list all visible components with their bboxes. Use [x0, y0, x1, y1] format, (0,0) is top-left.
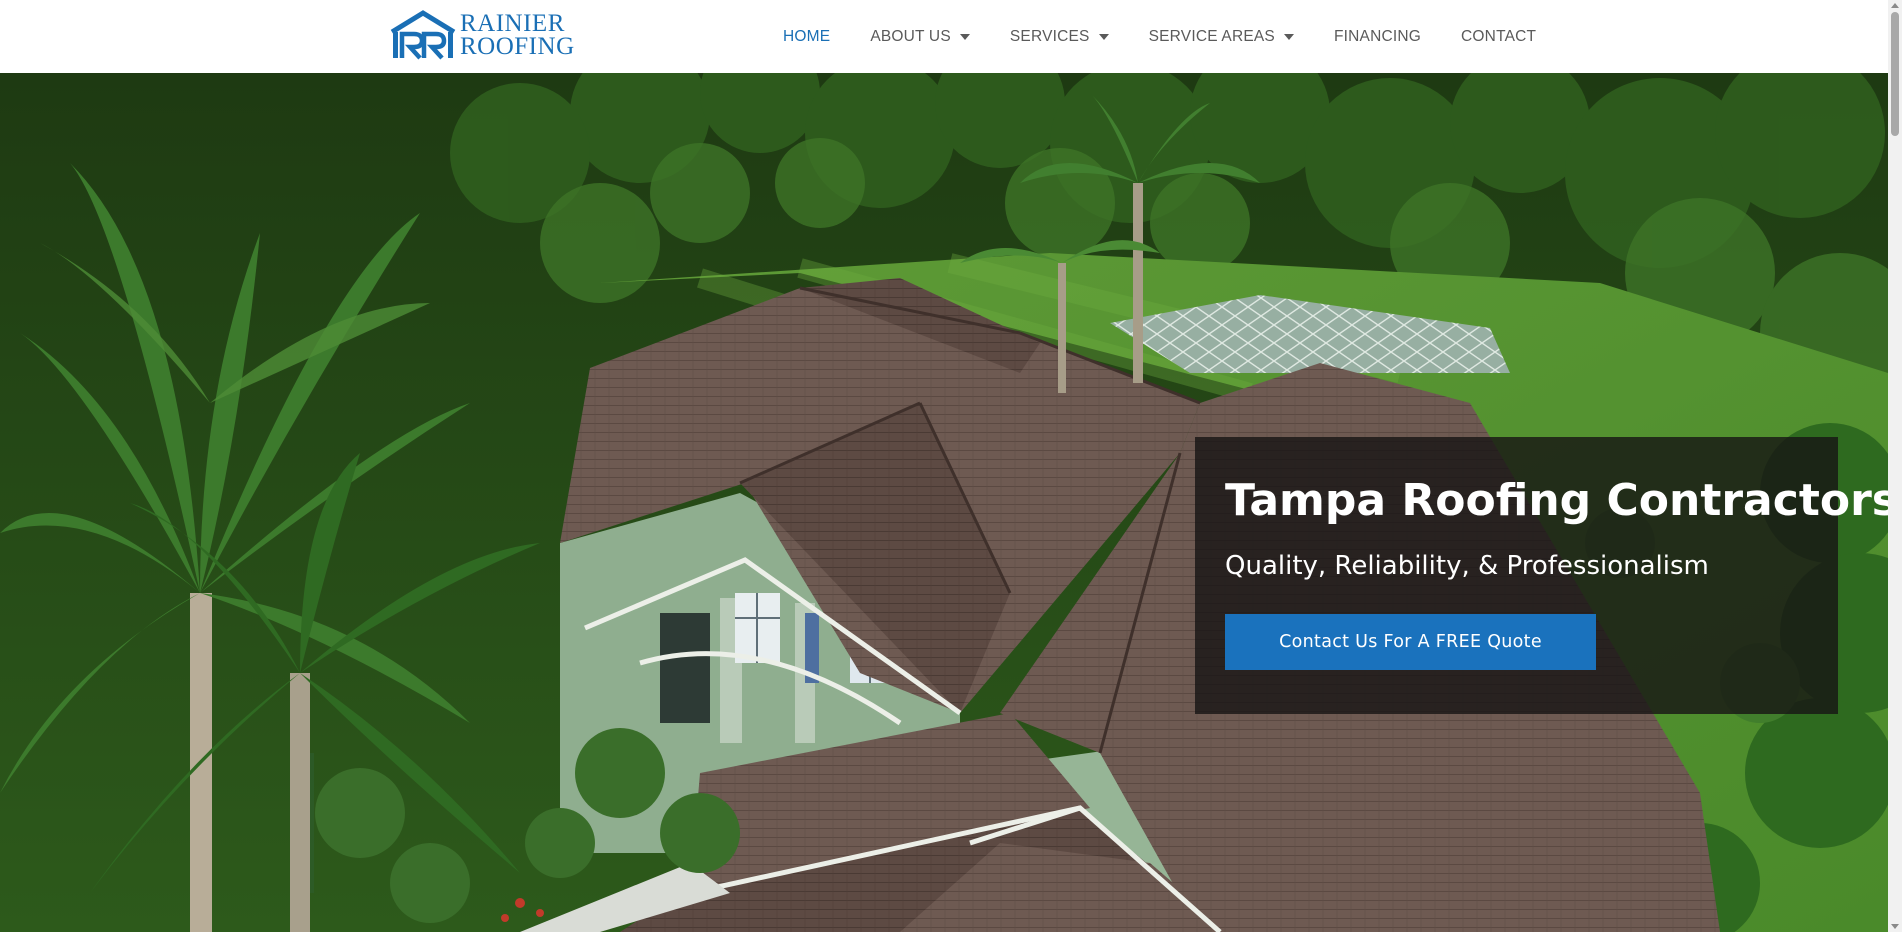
site-header: RAINIER ROOFING HOME ABOUT US SERVICES S… [0, 0, 1888, 73]
nav-item-financing[interactable]: FINANCING [1314, 0, 1441, 73]
caret-down-icon [959, 33, 970, 40]
scroll-down-arrow-icon[interactable] [1891, 924, 1899, 929]
nav-item-about-us[interactable]: ABOUT US [850, 0, 990, 73]
nav-item-home[interactable]: HOME [783, 0, 850, 73]
hero-promo-panel: Tampa Roofing Contractors Quality, Relia… [1195, 437, 1888, 714]
main-navigation: HOME ABOUT US SERVICES SERVICE AREAS FIN… [783, 0, 1556, 73]
caret-down-icon [1098, 33, 1109, 40]
nav-item-label: ABOUT US [870, 27, 951, 45]
nav-item-contact[interactable]: CONTACT [1441, 0, 1556, 73]
scrollbar-thumb[interactable] [1891, 12, 1899, 136]
nav-item-label: FINANCING [1333, 27, 1422, 45]
logo-wordmark: RAINIER ROOFING [460, 10, 575, 60]
nav-item-label: SERVICES [1009, 27, 1090, 45]
nav-item-label: SERVICE AREAS [1148, 27, 1275, 45]
page-scrollbar[interactable] [1888, 0, 1902, 932]
scroll-up-arrow-icon[interactable] [1891, 3, 1899, 8]
nav-item-label: HOME [783, 27, 831, 45]
logo-house-icon [388, 10, 458, 60]
logo-line-2: ROOFING [460, 33, 575, 60]
nav-item-services[interactable]: SERVICES [990, 0, 1129, 73]
caret-down-icon [1283, 33, 1294, 40]
nav-item-service-areas[interactable]: SERVICE AREAS [1129, 0, 1314, 73]
rainier-roofing-logo[interactable]: RAINIER ROOFING [388, 10, 584, 60]
free-quote-button[interactable]: Contact Us For A FREE Quote [1225, 613, 1596, 670]
hero-title: Tampa Roofing Contractors [1225, 475, 1888, 526]
nav-item-label: CONTACT [1461, 27, 1537, 45]
logo-line-1: RAINIER [460, 10, 565, 37]
hero-subtitle: Quality, Reliability, & Professionalism [1225, 551, 1709, 582]
hero-section: Tampa Roofing Contractors Quality, Relia… [0, 73, 1888, 932]
